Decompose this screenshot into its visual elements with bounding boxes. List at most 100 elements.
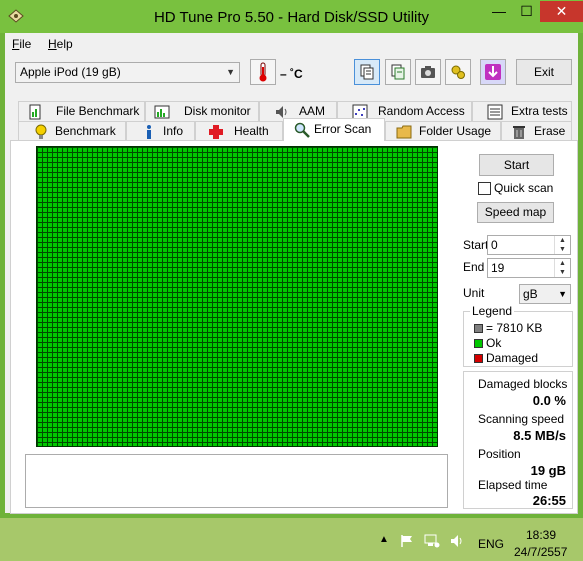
legend-title: Legend (470, 304, 515, 318)
app-window: HD Tune Pro 5.50 - Hard Disk/SSD Utility… (0, 0, 583, 518)
tab-label: Health (234, 124, 269, 138)
quick-scan-option[interactable]: Quick scan (478, 181, 554, 196)
speed-map-button[interactable]: Speed map (477, 202, 554, 223)
tab-label: File Benchmark (56, 104, 140, 118)
drive-select[interactable]: Apple iPod (19 gB) ▼ (15, 62, 240, 83)
position-value: 19 gB (530, 463, 566, 478)
tab-benchmark[interactable]: Benchmark (18, 121, 126, 141)
unit-select[interactable]: gB ▼ (519, 284, 571, 304)
toolbar: Apple iPod (19 gB) ▼ – ˚C Exit (5, 55, 578, 93)
end-field-label: End (463, 260, 485, 274)
folder-icon (396, 125, 412, 139)
trash-icon (513, 126, 525, 139)
quick-scan-checkbox[interactable] (478, 182, 491, 196)
drive-select-value: Apple iPod (19 gB) (20, 65, 121, 79)
temperature-readout: – ˚C (280, 67, 303, 81)
legend-damaged-swatch (474, 354, 483, 364)
legend-box: Legend = 7810 KB Ok Damaged (463, 304, 573, 367)
start-spinbox-value: 0 (491, 238, 498, 252)
exit-button[interactable]: Exit (516, 59, 572, 85)
legend-ok: Ok (474, 336, 501, 350)
tab-info[interactable]: Info (126, 121, 195, 141)
language-indicator[interactable]: ENG (478, 537, 504, 551)
menu-file-rest: ile (19, 37, 32, 51)
copy-text-icon (391, 64, 405, 80)
options-button[interactable] (445, 59, 471, 85)
position-label: Position (478, 447, 521, 461)
tab-disk-monitor[interactable]: Disk monitor (145, 101, 259, 121)
scan-log-box[interactable] (25, 454, 448, 508)
elapsed-time-value: 26:55 (532, 493, 566, 508)
disk-monitor-icon (154, 105, 170, 119)
tab-label: Info (163, 124, 184, 138)
menu-help[interactable]: Help (48, 37, 73, 51)
legend-damaged-label: Damaged (486, 351, 539, 365)
save-icon (485, 64, 501, 80)
tab-health[interactable]: Health (195, 121, 283, 141)
options-icon (451, 65, 465, 79)
screenshot-button[interactable] (415, 59, 441, 85)
tab-folder-usage[interactable]: Folder Usage (385, 121, 501, 141)
legend-damaged: Damaged (474, 351, 538, 365)
scan-block-map (36, 146, 438, 447)
chevron-down-icon: ▼ (558, 289, 567, 299)
unit-select-value: gB (523, 287, 538, 301)
health-cross-icon (209, 125, 223, 139)
tab-extra-tests[interactable]: Extra tests (472, 101, 572, 121)
extra-tests-icon (487, 104, 503, 120)
quick-scan-label: Quick scan (494, 181, 554, 195)
info-icon (147, 125, 151, 139)
damaged-blocks-value: 0.0 % (532, 393, 566, 408)
start-spinbox[interactable]: 0 ▲ ▼ (487, 235, 571, 255)
clock-time[interactable]: 18:39 (526, 528, 556, 542)
taskbar: ▲ ENG 18:39 24/7/2557 (0, 518, 583, 561)
menu-file[interactable]: File (12, 37, 31, 51)
minimize-button[interactable]: — (485, 1, 513, 22)
damaged-blocks-label: Damaged blocks (478, 377, 568, 391)
tab-file-benchmark[interactable]: File Benchmark (18, 101, 145, 121)
file-benchmark-icon (29, 104, 41, 120)
legend-block-size: = 7810 KB (474, 321, 542, 335)
volume-icon[interactable] (450, 534, 464, 548)
menu-help-rest: elp (56, 37, 73, 51)
tab-label: Folder Usage (419, 124, 492, 138)
legend-ok-label: Ok (486, 336, 502, 350)
magnifier-icon (294, 122, 310, 138)
tab-erase[interactable]: Erase (501, 121, 572, 141)
camera-icon (421, 66, 435, 78)
scanning-speed-label: Scanning speed (478, 412, 565, 426)
network-icon[interactable] (424, 534, 440, 548)
show-hidden-icon[interactable]: ▲ (379, 534, 389, 545)
end-spinbox[interactable]: 19 ▲ ▼ (487, 258, 571, 278)
tab-label: Benchmark (55, 124, 116, 138)
tab-label: Error Scan (314, 122, 372, 136)
elapsed-time-label: Elapsed time (478, 478, 548, 492)
start-scan-button[interactable]: Start (479, 154, 554, 176)
tab-label: Disk monitor (184, 104, 251, 118)
legend-block-swatch (474, 324, 483, 334)
menu-bar: File Help (5, 33, 578, 55)
spin-arrows-icon[interactable]: ▲ ▼ (554, 236, 570, 254)
tab-label: Random Access (378, 104, 465, 118)
copy-text-button[interactable] (385, 59, 411, 85)
scanning-speed-value: 8.5 MB/s (513, 428, 566, 443)
legend-block-label: = 7810 KB (486, 321, 543, 335)
tab-error-scan[interactable]: Error Scan (283, 118, 385, 141)
menu-help-accel: H (48, 37, 57, 51)
spin-arrows-icon[interactable]: ▲ ▼ (554, 259, 570, 277)
clock-date[interactable]: 24/7/2557 (514, 545, 567, 559)
chevron-down-icon: ▼ (226, 67, 235, 77)
thermometer-button[interactable] (250, 59, 276, 85)
lightbulb-icon (35, 124, 47, 139)
save-button[interactable] (480, 59, 506, 85)
copy-info-button[interactable] (354, 59, 380, 85)
end-spinbox-value: 19 (491, 261, 505, 275)
close-button[interactable]: ✕ (540, 1, 583, 22)
title-bar[interactable]: HD Tune Pro 5.50 - Hard Disk/SSD Utility… (0, 0, 583, 33)
thermometer-icon (259, 62, 267, 82)
unit-field-label: Unit (463, 286, 485, 300)
flag-icon[interactable] (400, 534, 414, 548)
maximize-button[interactable]: ☐ (513, 1, 540, 22)
copy-info-icon (360, 64, 374, 80)
tab-label: Erase (534, 124, 566, 138)
